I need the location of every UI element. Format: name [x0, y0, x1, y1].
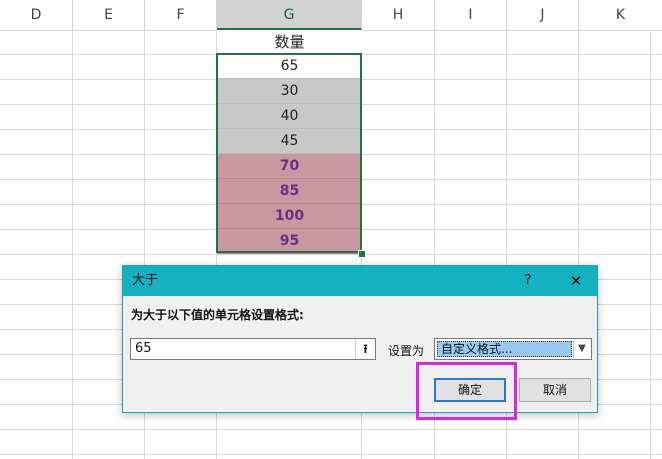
close-icon[interactable]: ✕ — [561, 266, 591, 296]
column-header-h[interactable]: H — [362, 0, 435, 30]
chevron-down-icon[interactable]: ▼ — [573, 340, 590, 358]
threshold-value-input[interactable]: 65 — [130, 338, 376, 360]
fill-handle[interactable] — [358, 250, 366, 258]
column-header-e[interactable]: E — [73, 0, 145, 30]
dialog-titlebar[interactable]: 大于 ? ✕ — [123, 266, 597, 296]
cell-g4[interactable]: 40 — [217, 104, 362, 129]
grid-line — [0, 254, 662, 255]
column-header-i[interactable]: I — [435, 0, 507, 30]
cell-g7[interactable]: 85 — [217, 179, 362, 204]
format-selected-value: 自定义格式... — [437, 341, 572, 357]
greater-than-dialog: 大于 ? ✕ 为大于以下值的单元格设置格式: 65 ⭱ 设置为 自定义格式...… — [122, 265, 598, 413]
cancel-button[interactable]: 取消 — [519, 378, 591, 402]
format-dropdown[interactable]: 自定义格式... ▼ — [434, 338, 592, 360]
column-header-d[interactable]: D — [0, 0, 73, 30]
column-header-g[interactable]: G — [217, 0, 362, 30]
dialog-title: 大于 — [132, 273, 159, 288]
set-as-label: 设置为 — [388, 344, 425, 358]
column-g-header-cell[interactable]: 数量 — [217, 30, 362, 55]
column-header-k[interactable]: K — [579, 0, 662, 30]
column-header-j[interactable]: J — [507, 0, 579, 30]
cell-g5[interactable]: 45 — [217, 129, 362, 154]
column-header-row: D E F G H I J K — [0, 0, 662, 31]
range-select-icon[interactable]: ⭱ — [355, 339, 375, 359]
help-button[interactable]: ? — [515, 266, 541, 296]
grid-line — [650, 30, 651, 459]
ok-button[interactable]: 确定 — [434, 378, 506, 402]
cell-g2[interactable]: 65 — [217, 54, 362, 79]
grid-line — [0, 454, 662, 455]
grid-line — [72, 30, 73, 459]
column-header-f[interactable]: F — [145, 0, 217, 30]
cell-g6[interactable]: 70 — [217, 154, 362, 179]
cell-g9[interactable]: 95 — [217, 229, 362, 254]
cell-g8[interactable]: 100 — [217, 204, 362, 229]
cell-g3[interactable]: 30 — [217, 79, 362, 104]
dialog-instruction: 为大于以下值的单元格设置格式: — [131, 308, 304, 322]
grid-line — [0, 429, 662, 430]
